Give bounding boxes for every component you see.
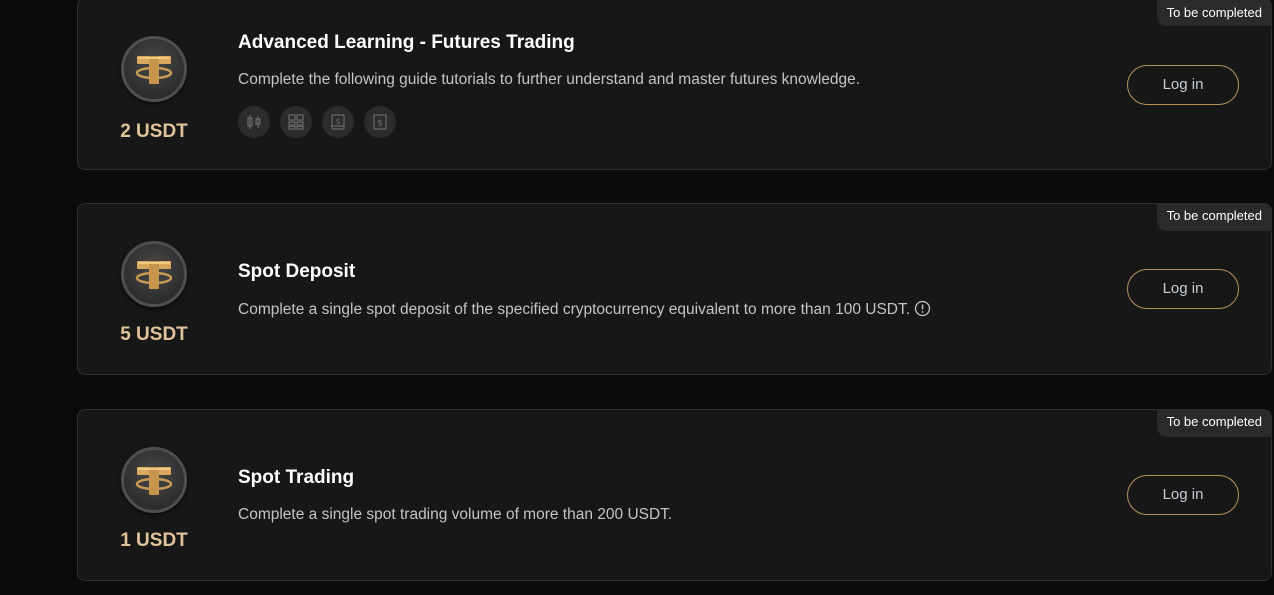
login-button[interactable]: Log in: [1127, 65, 1239, 105]
candlestick-chart-icon[interactable]: [238, 106, 270, 138]
task-card: To be completed 2 USDT Advanced Learning…: [77, 0, 1272, 170]
status-badge: To be completed: [1156, 0, 1272, 26]
grid-layout-icon[interactable]: [280, 106, 312, 138]
task-card: To be completed 5 USDT Spot Deposit Comp…: [77, 203, 1272, 375]
reward-amount: 1 USDT: [120, 530, 188, 551]
svg-text:$: $: [377, 119, 383, 129]
guide-tutorial-icons: $ $: [238, 106, 396, 138]
task-list: To be completed 2 USDT Advanced Learning…: [0, 0, 1274, 595]
info-icon[interactable]: [914, 300, 931, 322]
login-button[interactable]: Log in: [1127, 475, 1239, 515]
task-description: Complete the following guide tutorials t…: [238, 71, 861, 88]
login-button[interactable]: Log in: [1127, 269, 1239, 309]
task-title: Spot Deposit: [238, 261, 356, 282]
usdt-coin-icon: [121, 447, 187, 513]
task-title: Spot Trading: [238, 467, 355, 488]
usdt-coin-icon: [121, 36, 187, 102]
book-dollar-icon[interactable]: $: [322, 106, 354, 138]
task-title: Advanced Learning - Futures Trading: [238, 32, 575, 53]
reward-amount: 5 USDT: [120, 324, 188, 345]
usdt-coin-icon: [121, 241, 187, 307]
reward-amount: 2 USDT: [120, 121, 188, 142]
svg-text:$: $: [335, 117, 340, 126]
status-badge: To be completed: [1156, 409, 1272, 437]
task-description-row: Complete a single spot deposit of the sp…: [238, 300, 931, 322]
task-description: Complete a single spot deposit of the sp…: [238, 301, 911, 318]
status-badge: To be completed: [1156, 203, 1272, 231]
task-description: Complete a single spot trading volume of…: [238, 506, 673, 523]
task-card: To be completed 1 USDT Spot Trading Comp…: [77, 409, 1272, 581]
document-dollar-icon[interactable]: $: [364, 106, 396, 138]
